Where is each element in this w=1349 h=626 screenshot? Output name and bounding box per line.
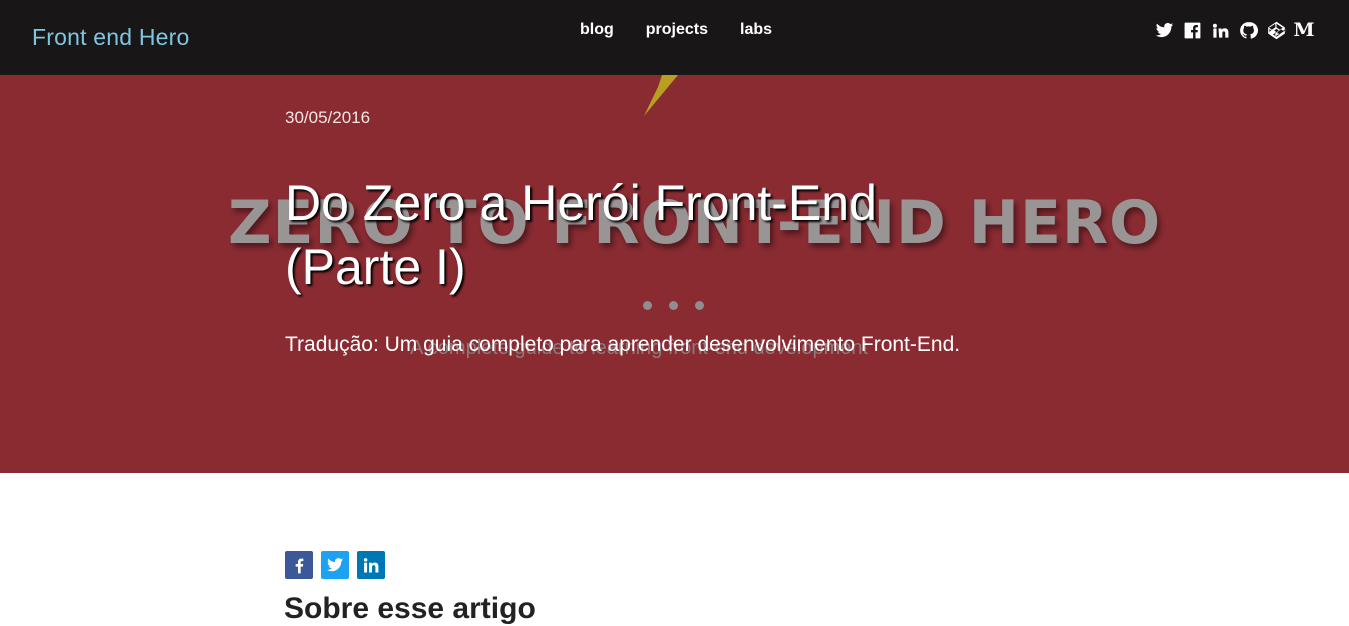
github-icon[interactable] [1238,20,1258,40]
dot [695,301,704,310]
hero-image-dots [643,301,704,310]
social-links: M [1154,19,1315,41]
nav-link-projects[interactable]: projects [646,21,708,39]
share-facebook-button[interactable] [285,551,313,579]
dot [669,301,678,310]
post-subtitle: Tradução: Um guia completo para aprender… [285,333,961,356]
twitter-icon[interactable] [1154,20,1174,40]
site-brand-link[interactable]: Front end Hero [32,24,190,51]
lightning-bolt-icon [644,75,678,116]
share-twitter-button[interactable] [321,551,349,579]
twitter-icon [326,558,344,572]
post-date: 30/05/2016 [285,108,371,127]
post-hero: ZERO TO FRONT-END HERO A complete guide … [0,75,1349,473]
main-nav: blog projects labs [580,21,804,39]
facebook-icon [295,558,304,574]
codepen-icon[interactable] [1266,20,1286,40]
nav-link-blog[interactable]: blog [580,21,614,39]
linkedin-icon[interactable] [1210,20,1230,40]
medium-icon[interactable]: M [1293,19,1315,41]
facebook-icon[interactable] [1182,20,1202,40]
share-buttons [285,551,385,579]
share-linkedin-button[interactable] [357,551,385,579]
dot [643,301,652,310]
section-heading-about: Sobre esse artigo [284,592,536,625]
medium-letter: M [1293,19,1315,41]
nav-link-labs[interactable]: labs [740,21,772,39]
top-navbar: Front end Hero blog projects labs M [0,0,1349,75]
linkedin-icon [363,558,379,573]
post-title: Do Zero a Herói Front-End (Parte I) [285,175,877,295]
